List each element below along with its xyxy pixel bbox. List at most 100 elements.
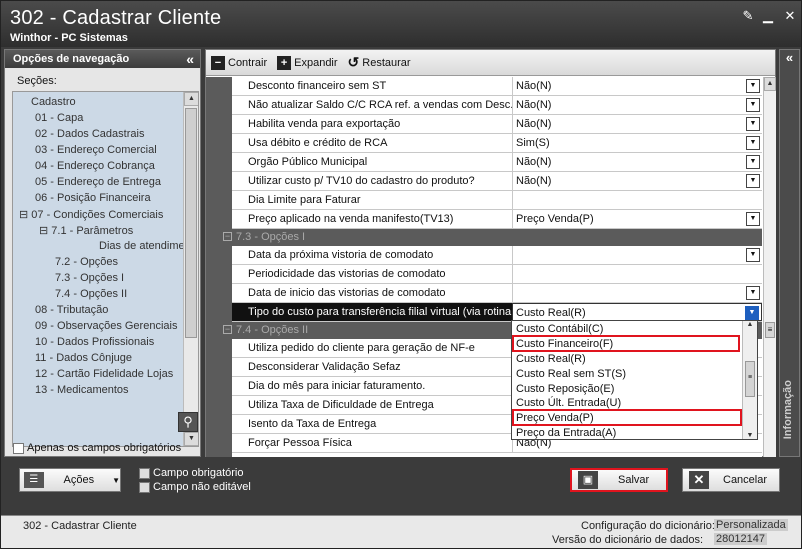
- grid-row[interactable]: Usa débito e crédito de RCA Sim(S) ▼: [232, 134, 762, 153]
- grid-row[interactable]: Data da próxima vistoria de comodato ▼: [232, 246, 762, 265]
- expand-button[interactable]: + Expandir: [272, 51, 342, 75]
- tree-item-label: 07 - Condições Comerciais: [31, 209, 164, 221]
- dropdown-arrow-icon[interactable]: ▼: [746, 174, 760, 188]
- dropdown-arrow-icon[interactable]: ▼: [746, 155, 760, 169]
- edit-icon[interactable]: ✎: [741, 9, 755, 23]
- tree-item[interactable]: 01 - Capa: [35, 112, 83, 124]
- grid-row[interactable]: Utilizar custo p/ TV10 do cadastro do pr…: [232, 172, 762, 191]
- restore-icon: ↺: [347, 54, 360, 70]
- grid-row[interactable]: Não atualizar Saldo C/C RCA ref. a venda…: [232, 96, 762, 115]
- window-title: 302 - Cadastrar Cliente: [10, 7, 222, 29]
- collapse-category-icon[interactable]: −: [223, 325, 232, 334]
- dropdown-arrow-icon[interactable]: ▼: [745, 306, 759, 320]
- row-value[interactable]: Não(N) ▼: [512, 115, 762, 133]
- restore-button[interactable]: ↺ Restaurar: [343, 51, 416, 75]
- tree-item[interactable]: 09 - Observações Gerenciais: [35, 320, 177, 332]
- save-button[interactable]: ▣ Salvar: [570, 468, 668, 492]
- scroll-down-icon[interactable]: ▼: [743, 432, 757, 439]
- info-panel-label: Informação: [782, 380, 794, 440]
- grid-row[interactable]: Dia Limite para Faturar: [232, 191, 762, 210]
- dropdown-arrow-icon[interactable]: ▼: [746, 117, 760, 131]
- tree-item[interactable]: 05 - Endereço de Entrega: [35, 176, 161, 188]
- row-label: Habilita venda para exportação: [248, 118, 401, 130]
- tree-expanded-icon: ⊟: [19, 209, 32, 221]
- dropdown-arrow-icon[interactable]: ▼: [746, 79, 760, 93]
- dropdown-arrow-icon[interactable]: ▼: [746, 136, 760, 150]
- dropdown-arrow-icon[interactable]: ▼: [746, 286, 760, 300]
- title-bar: 302 - Cadastrar Cliente Winthor - PC Sis…: [1, 1, 801, 47]
- tree-item[interactable]: 06 - Posição Financeira: [35, 192, 151, 204]
- tree-item[interactable]: 7.2 - Opções: [55, 256, 118, 268]
- dropdown-option[interactable]: Custo Real sem ST(S): [516, 368, 626, 380]
- row-label: Utilizar custo p/ TV10 do cadastro do pr…: [248, 175, 475, 187]
- row-value[interactable]: Não(N) ▼: [512, 96, 762, 114]
- scroll-up-icon[interactable]: ▲: [764, 77, 776, 91]
- dropdown-arrow-icon[interactable]: ▼: [746, 212, 760, 226]
- dropdown-arrow-icon[interactable]: ▼: [746, 98, 760, 112]
- scroll-up-icon[interactable]: ▲: [184, 92, 198, 106]
- scrollbar-thumb[interactable]: [185, 108, 197, 338]
- tree-item[interactable]: ⊟ 7.1 - Parâmetros: [39, 224, 133, 237]
- tree-item[interactable]: 12 - Cartão Fidelidade Lojas: [35, 368, 173, 380]
- scroll-up-icon[interactable]: ▲: [743, 321, 757, 328]
- grid-scrollbar[interactable]: ▲ ≡: [763, 77, 776, 457]
- row-value[interactable]: Não(N) ▼: [512, 153, 762, 171]
- scrollbar-thumb[interactable]: ≡: [745, 361, 755, 397]
- tree-item[interactable]: 11 - Dados Cônjuge: [35, 352, 132, 364]
- tree-scrollbar[interactable]: ▲ ▼: [183, 92, 198, 446]
- row-value[interactable]: Não(N) ▼: [512, 77, 762, 95]
- row-value[interactable]: ▼: [512, 284, 762, 302]
- nav-header-label: Opções de navegação: [13, 53, 130, 65]
- required-only-checkbox[interactable]: [13, 442, 24, 454]
- grid-row[interactable]: Desconto financeiro sem ST Não(N) ▼: [232, 77, 762, 96]
- cancel-button[interactable]: ✕ Cancelar: [682, 468, 780, 492]
- tree-item-cadastro[interactable]: Cadastro: [31, 96, 76, 108]
- row-label: Data da próxima vistoria de comodato: [248, 249, 434, 261]
- collapse-button[interactable]: − Contrair: [206, 51, 272, 75]
- category-label: 7.4 - Opções II: [236, 324, 309, 336]
- row-value[interactable]: [512, 191, 762, 209]
- grid-row[interactable]: Preço aplicado na venda manifesto(TV13) P…: [232, 210, 762, 229]
- close-button[interactable]: ✕: [783, 9, 797, 23]
- tree-item[interactable]: 02 - Dados Cadastrais: [35, 128, 144, 140]
- tree-item[interactable]: 08 - Tributação: [35, 304, 108, 316]
- tree-item[interactable]: 7.3 - Opções I: [55, 272, 124, 284]
- grid-row[interactable]: Orgão Público Municipal Não(N) ▼: [232, 153, 762, 172]
- grid-row[interactable]: Periodicidade das vistorias de comodato: [232, 265, 762, 284]
- collapse-info-icon[interactable]: «: [780, 50, 799, 65]
- actions-button[interactable]: ☰ Ações ▼: [19, 468, 121, 492]
- dropdown-option[interactable]: Custo Real(R): [516, 353, 586, 365]
- scroll-down-icon[interactable]: ▼: [184, 432, 198, 446]
- restore-label: Restaurar: [362, 56, 411, 69]
- row-value[interactable]: Não(N) ▼: [512, 172, 762, 190]
- grid-row[interactable]: Data de inicio das vistorias de comodato…: [232, 284, 762, 303]
- collapse-category-icon[interactable]: −: [223, 232, 232, 241]
- dropdown-option[interactable]: Custo Contábil(C): [516, 323, 603, 335]
- minimize-button[interactable]: ▁: [761, 9, 775, 23]
- category-row[interactable]: −7.3 - Opções I: [206, 229, 762, 246]
- dropdown-arrow-icon[interactable]: ▼: [746, 248, 760, 262]
- row-value[interactable]: [512, 265, 762, 283]
- minus-icon: −: [211, 55, 225, 70]
- tree-item[interactable]: 7.4 - Opções II: [55, 288, 127, 300]
- tree-item[interactable]: ⊟ 07 - Condições Comerciais: [19, 208, 163, 221]
- row-label: Preço aplicado na venda manifesto(TV13): [248, 213, 454, 225]
- tree-item[interactable]: 13 - Medicamentos: [35, 384, 129, 396]
- scrollbar-thumb[interactable]: ≡: [765, 322, 775, 338]
- dropdown-option[interactable]: Custo Reposição(E): [516, 383, 614, 395]
- grid-row[interactable]: Habilita venda para exportação Não(N) ▼: [232, 115, 762, 134]
- tree-item[interactable]: 03 - Endereço Comercial: [35, 144, 157, 156]
- row-value[interactable]: Preço Venda(P) ▼: [512, 210, 762, 228]
- row-value[interactable]: ▼: [512, 246, 762, 264]
- dropdown-option[interactable]: Preço da Entrada(A): [516, 427, 616, 439]
- tree-item[interactable]: 04 - Endereço Cobrança: [35, 160, 155, 172]
- required-only-option[interactable]: Apenas os campos obrigatórios: [13, 442, 181, 454]
- search-icon[interactable]: ⚲: [178, 412, 198, 432]
- tree-item[interactable]: 10 - Dados Profissionais: [35, 336, 154, 348]
- row-value[interactable]: Sim(S) ▼: [512, 134, 762, 152]
- dropdown-scrollbar[interactable]: ▲ ≡ ▼: [742, 321, 757, 439]
- info-panel[interactable]: « Informação: [779, 49, 800, 457]
- row-value-combobox[interactable]: Custo Real(R) ▼: [512, 303, 762, 321]
- dropdown-option[interactable]: Custo Últ. Entrada(U): [516, 397, 621, 409]
- collapse-nav-icon[interactable]: «: [186, 51, 194, 67]
